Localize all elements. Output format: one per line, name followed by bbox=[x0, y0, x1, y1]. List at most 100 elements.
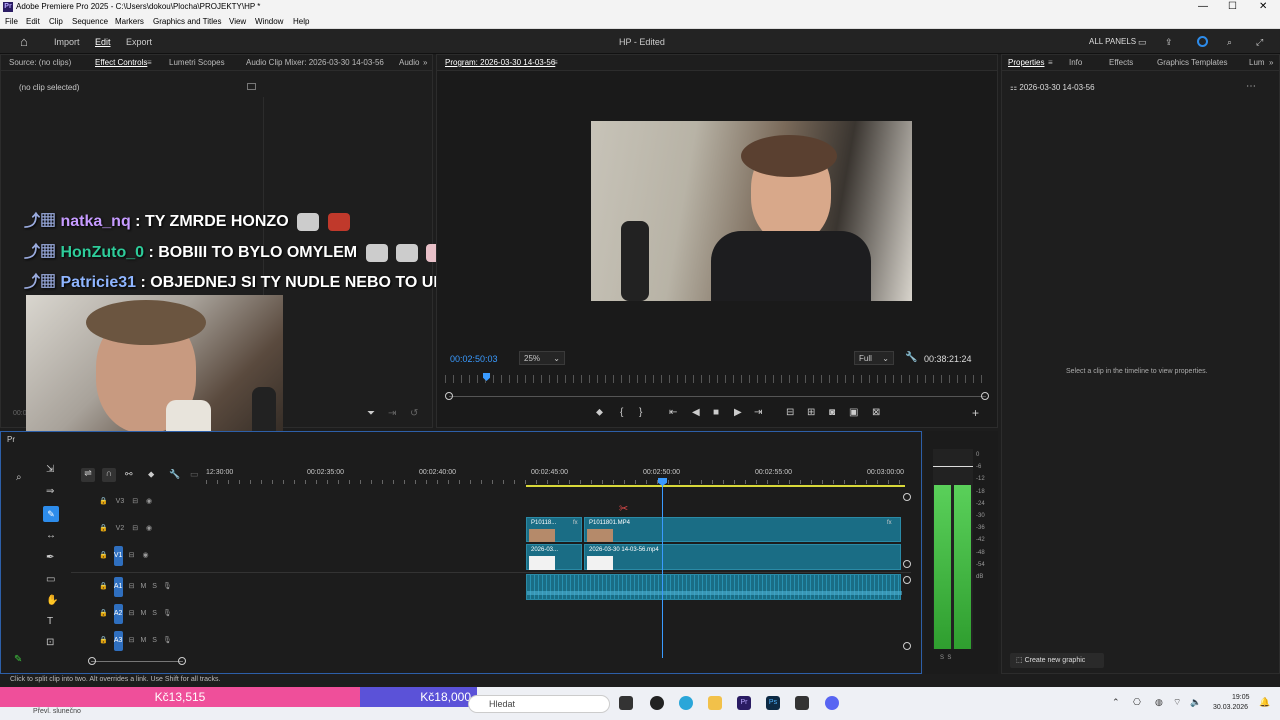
menu-edit[interactable]: Edit bbox=[26, 17, 40, 26]
tab-info[interactable]: Info bbox=[1069, 58, 1082, 67]
tab-lumetri-scopes[interactable]: Lumetri Scopes bbox=[169, 58, 225, 67]
search-icon[interactable]: ⌕ bbox=[1227, 37, 1232, 48]
ripple-edit-tool-icon[interactable]: ↔ bbox=[46, 530, 56, 541]
audio-clip-a1[interactable] bbox=[526, 574, 902, 600]
globe-icon[interactable]: ◍ bbox=[1155, 697, 1163, 708]
tab-audio[interactable]: Audio bbox=[399, 58, 419, 67]
hand-tool-icon[interactable]: ✋ bbox=[46, 595, 58, 606]
camera-icon[interactable]: ◙ bbox=[829, 407, 835, 418]
scroll-handle[interactable] bbox=[903, 560, 911, 568]
linked-selection-icon[interactable]: ⚯ bbox=[125, 469, 133, 480]
more-tabs-icon[interactable]: » bbox=[423, 58, 427, 67]
menu-file[interactable]: File bbox=[5, 17, 18, 26]
track-label[interactable]: V2 bbox=[116, 525, 125, 532]
track-target-a1[interactable]: A1 bbox=[113, 577, 123, 597]
go-to-in-icon[interactable]: ⇤ bbox=[669, 407, 677, 418]
zoom-handle-right[interactable] bbox=[178, 657, 186, 665]
mute-button[interactable]: M bbox=[140, 610, 146, 617]
insert-sequence-icon[interactable]: ⇌ bbox=[81, 468, 95, 482]
scroll-handle[interactable] bbox=[903, 493, 911, 501]
scroll-handle[interactable] bbox=[903, 576, 911, 584]
timeline-playhead[interactable] bbox=[662, 480, 663, 658]
pencil-icon[interactable]: ✎ bbox=[14, 654, 22, 665]
menu-markers[interactable]: Markers bbox=[115, 17, 144, 26]
step-forward-icon[interactable]: ▶ bbox=[734, 407, 742, 418]
close-button[interactable]: ✕ bbox=[1259, 1, 1267, 12]
wrench-icon[interactable]: 🔧 bbox=[905, 352, 917, 363]
project-tab[interactable]: Pr bbox=[7, 435, 15, 444]
zoom-scrollbar[interactable] bbox=[449, 396, 986, 397]
step-back-icon[interactable]: ◀ bbox=[692, 407, 700, 418]
task-view-icon[interactable] bbox=[619, 696, 633, 710]
caption-tool-icon[interactable]: ⊡ bbox=[46, 637, 54, 648]
menu-help[interactable]: Help bbox=[293, 17, 309, 26]
track-target-a2[interactable]: A2 bbox=[113, 604, 123, 624]
discord-icon[interactable] bbox=[825, 696, 839, 710]
tab-graphics-templates[interactable]: Graphics Templates bbox=[1157, 58, 1228, 67]
timeline-settings-icon[interactable]: 🔧 bbox=[169, 469, 180, 480]
wifi-icon[interactable]: ⌔ bbox=[1173, 697, 1181, 708]
weather-text[interactable]: Převl. slunečno bbox=[33, 708, 81, 715]
mute-button[interactable]: M bbox=[140, 583, 146, 590]
mute-button[interactable]: M bbox=[140, 637, 146, 644]
video-clip-v2[interactable]: P10118... fx bbox=[526, 517, 582, 542]
progress-icon[interactable] bbox=[1197, 36, 1208, 47]
lift-icon[interactable]: ⊟ bbox=[786, 407, 794, 418]
menu-icon[interactable]: ≡ bbox=[553, 58, 558, 67]
sequence-item[interactable]: ⚏ 2026-03-30 14-03-56 bbox=[1010, 83, 1095, 92]
photoshop-icon[interactable]: Ps bbox=[766, 696, 780, 710]
panel-toggle-icon[interactable] bbox=[247, 83, 256, 90]
pen-tool-icon[interactable]: ✒ bbox=[46, 552, 54, 563]
edit-tab[interactable]: Edit bbox=[95, 37, 111, 47]
sync-icon[interactable]: ⊟ bbox=[132, 498, 138, 505]
track-target-a3[interactable]: A3 bbox=[113, 631, 123, 651]
sync-icon[interactable]: ⊟ bbox=[132, 525, 138, 532]
captions-icon[interactable]: ▭ bbox=[190, 469, 199, 480]
menu-icon[interactable]: ≡ bbox=[147, 58, 152, 67]
solo-button[interactable]: S bbox=[152, 583, 157, 590]
track-target-v1[interactable]: V1 bbox=[113, 546, 123, 566]
track-label[interactable]: V3 bbox=[116, 498, 125, 505]
eye-icon[interactable]: ◉ bbox=[146, 498, 152, 505]
volume-icon[interactable]: 🔈 bbox=[1190, 697, 1201, 708]
add-button-icon[interactable]: + bbox=[972, 406, 979, 420]
sync-icon[interactable]: ⊟ bbox=[129, 610, 135, 617]
video-clip-v2[interactable]: P1011801.MP4 fx bbox=[584, 517, 901, 542]
track-select-tool-icon[interactable]: ⇒ bbox=[46, 486, 54, 497]
tab-audio-clip-mixer[interactable]: Audio Clip Mixer: 2026-03-30 14-03-56 bbox=[246, 58, 384, 67]
menu-window[interactable]: Window bbox=[255, 17, 283, 26]
more-options-icon[interactable]: ⋯ bbox=[1246, 81, 1256, 92]
menu-icon[interactable]: ≡ bbox=[1048, 58, 1053, 67]
type-tool-icon[interactable]: T bbox=[47, 616, 53, 627]
zoom-handle-left[interactable] bbox=[88, 657, 96, 665]
timeline-zoom-bar[interactable] bbox=[91, 661, 183, 662]
search-icon[interactable]: ⌕ bbox=[16, 472, 22, 483]
notification-icon[interactable]: 🔔 bbox=[1259, 697, 1270, 708]
tab-effect-controls[interactable]: Effect Controls bbox=[95, 58, 147, 67]
all-panels-button[interactable]: ALL PANELS bbox=[1089, 37, 1136, 46]
mic-icon[interactable]: 🎙 bbox=[163, 583, 172, 590]
playhead-timecode[interactable]: 00:02:50:03 bbox=[450, 354, 498, 364]
mic-icon[interactable]: 🎙 bbox=[163, 637, 172, 644]
stop-icon[interactable]: ■ bbox=[713, 407, 719, 418]
scroll-handle-right[interactable] bbox=[981, 392, 989, 400]
app-icon[interactable] bbox=[795, 696, 809, 710]
sync-icon[interactable]: ⊟ bbox=[129, 637, 135, 644]
menu-graphics-titles[interactable]: Graphics and Titles bbox=[153, 17, 221, 26]
quick-export-icon[interactable]: ⇪ bbox=[1165, 37, 1173, 48]
menu-view[interactable]: View bbox=[229, 17, 246, 26]
file-explorer-icon[interactable] bbox=[708, 696, 722, 710]
eye-icon[interactable]: ◉ bbox=[146, 525, 152, 532]
tab-effects[interactable]: Effects bbox=[1109, 58, 1133, 67]
go-to-out-icon[interactable]: ⇥ bbox=[754, 407, 762, 418]
mic-icon[interactable]: 🎙 bbox=[163, 610, 172, 617]
program-video-frame[interactable] bbox=[591, 121, 912, 301]
mark-in-icon[interactable]: { bbox=[620, 407, 623, 418]
tab-program[interactable]: Program: 2026-03-30 14-03-56 bbox=[445, 58, 555, 67]
loop-icon[interactable]: ↺ bbox=[410, 408, 418, 419]
sync-icon[interactable]: ⊟ bbox=[129, 583, 135, 590]
menu-clip[interactable]: Clip bbox=[49, 17, 63, 26]
video-clip-v1[interactable]: 2026-03... bbox=[526, 544, 582, 570]
import-tab[interactable]: Import bbox=[54, 37, 80, 47]
sync-icon[interactable]: ⊟ bbox=[129, 552, 135, 559]
